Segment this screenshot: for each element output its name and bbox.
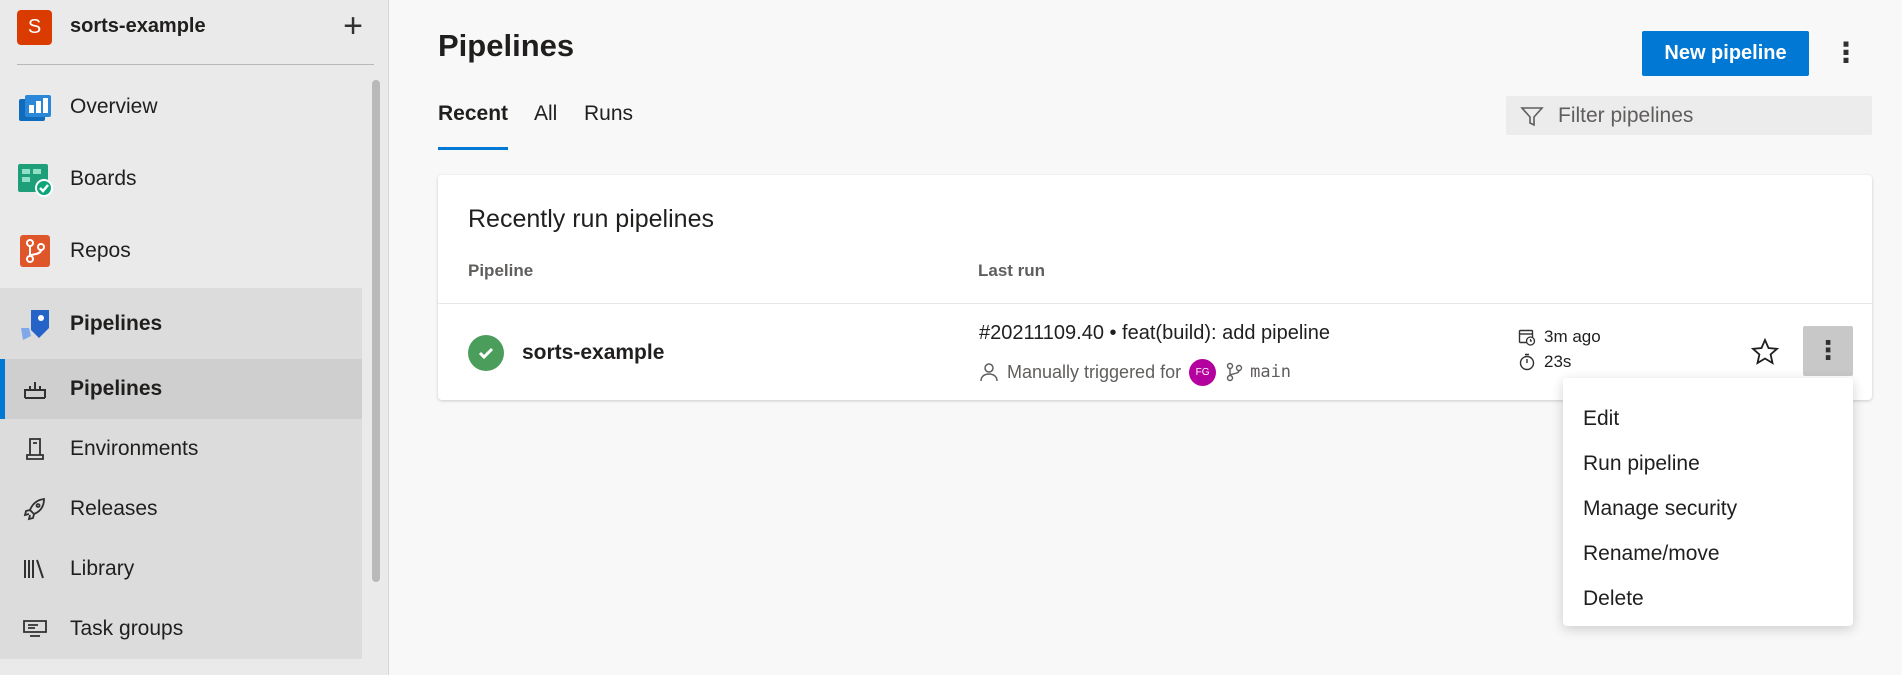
sidebar-item-label: Boards [70,167,137,190]
menu-item-delete[interactable]: Delete [1563,576,1853,621]
sidebar-item-label: Repos [70,239,131,262]
menu-item-edit[interactable]: Edit [1563,396,1853,441]
column-header-last-run: Last run [978,261,1046,280]
trigger-text: Manually triggered for [1007,361,1182,382]
person-icon [980,363,998,382]
sidebar-subitem-library[interactable]: Library [0,539,362,599]
add-icon[interactable]: + [338,9,368,43]
sidebar-item-label: Pipelines [70,312,163,335]
divider [438,303,1872,304]
recent-pipelines-card: Recently run pipelines Pipeline Last run… [438,175,1872,400]
project-header[interactable]: S sorts-example + [0,0,389,64]
branch-name: main [1250,362,1292,382]
task-groups-icon [23,620,47,637]
filter-placeholder: Filter pipelines [1558,104,1694,127]
releases-icon [23,497,45,521]
page-title: Pipelines [438,28,575,63]
run-title-link[interactable]: #20211109.40 • feat(build): add pipeline [979,322,1330,345]
run-meta: Manually triggered for FG main [979,358,1291,386]
filter-icon [1520,107,1544,127]
tab-active-indicator [438,147,508,150]
row-more-options-button[interactable]: ⋮ [1803,326,1853,376]
sidebar-item-label: Task groups [70,617,184,640]
divider [17,64,374,65]
user-avatar: FG [1189,358,1217,386]
sidebar-item-label: Overview [70,95,158,118]
sidebar-item-label: Environments [70,437,199,460]
time-ago-text: 3m ago [1544,327,1601,346]
sidebar-scrollbar[interactable] [372,80,380,582]
menu-item-rename-move[interactable]: Rename/move [1563,531,1853,576]
tab-all[interactable]: All [534,102,557,126]
pipelines-icon [21,310,49,340]
success-status-icon [468,335,504,371]
project-name[interactable]: sorts-example [70,15,206,38]
sidebar-subitem-task-groups[interactable]: Task groups [0,599,362,659]
tab-runs[interactable]: Runs [584,102,633,126]
sidebar-item-label: Releases [70,497,158,520]
more-options-icon[interactable]: ⋮ [1832,36,1860,72]
stopwatch-icon [1519,353,1535,371]
pipeline-name-link[interactable]: sorts-example [522,341,664,365]
menu-item-run-pipeline[interactable]: Run pipeline [1563,441,1853,486]
pipeline-context-menu: Edit Run pipeline Manage security Rename… [1563,378,1853,626]
overview-icon [19,95,51,121]
sidebar-item-overview[interactable]: Overview [0,77,362,137]
sidebar-subitem-releases[interactable]: Releases [0,479,362,539]
sidebar-item-pipelines[interactable]: Pipelines [0,288,362,360]
repos-icon [20,235,50,267]
duration-text: 23s [1544,352,1572,371]
sidebar-item-label: Library [70,557,135,580]
sidebar-item-label: Pipelines [70,377,163,400]
new-pipeline-button[interactable]: New pipeline [1642,31,1809,76]
card-title: Recently run pipelines [468,205,714,233]
run-time-ago: 3m ago [1518,325,1601,349]
sidebar-subitem-pipelines[interactable]: Pipelines [0,359,362,419]
sidebar: S sorts-example + Overview Boards Repos … [0,0,389,675]
boards-icon [18,164,53,197]
column-header-pipeline: Pipeline [468,261,534,280]
sidebar-item-boards[interactable]: Boards [0,149,362,209]
environments-icon [26,438,44,460]
sidebar-item-repos[interactable]: Repos [0,221,362,281]
run-duration: 23s [1518,350,1571,374]
calendar-clock-icon [1518,329,1536,346]
branch-icon [1226,362,1243,382]
filter-pipelines-input[interactable]: Filter pipelines [1506,96,1872,135]
project-avatar: S [17,10,52,45]
tab-recent[interactable]: Recent [438,102,508,126]
sidebar-subitem-environments[interactable]: Environments [0,419,362,479]
menu-item-manage-security[interactable]: Manage security [1563,486,1853,531]
star-icon[interactable] [1750,337,1780,367]
pipelines-sub-icon [24,382,46,399]
library-icon [24,559,44,579]
